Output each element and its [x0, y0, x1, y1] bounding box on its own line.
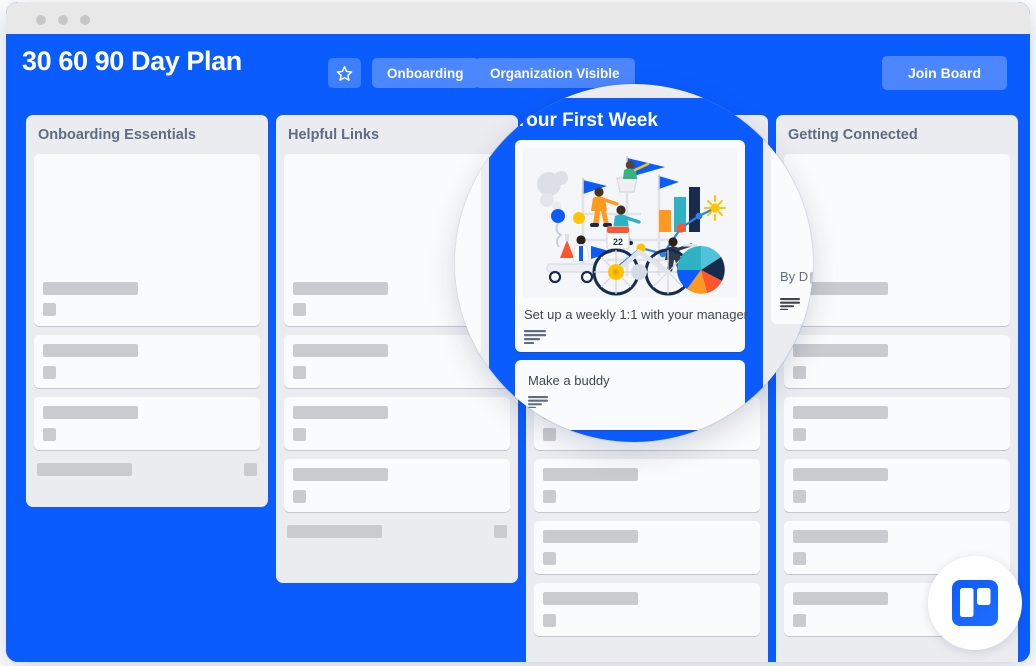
card-title-placeholder	[293, 344, 388, 357]
card-title-placeholder	[293, 468, 388, 481]
star-outline-icon	[336, 65, 353, 81]
list-footer[interactable]	[284, 521, 510, 548]
magnified-left-card	[455, 150, 481, 355]
magnified-card-title: Make a buddy	[528, 373, 610, 388]
description-lines-icon	[524, 330, 546, 344]
trello-logo-button[interactable]	[928, 556, 1022, 650]
list-footer[interactable]	[34, 459, 260, 486]
card-badge-placeholder	[293, 490, 306, 503]
card-title-placeholder	[43, 344, 138, 357]
card-badge-placeholder	[793, 552, 806, 565]
card-badge-placeholder	[43, 303, 56, 316]
card-title-placeholder	[793, 592, 888, 605]
magnified-list-title: Your First Week	[515, 110, 658, 131]
card-title-placeholder	[543, 468, 638, 481]
card-badge-placeholder	[293, 303, 306, 316]
card-badge-placeholder	[293, 428, 306, 441]
card-title-placeholder	[43, 406, 138, 419]
byline-redaction	[810, 271, 813, 284]
card[interactable]	[284, 459, 510, 512]
list-template-icon	[494, 525, 507, 538]
card-badge-placeholder	[43, 366, 56, 379]
card-badge-placeholder	[793, 490, 806, 503]
card[interactable]	[34, 397, 260, 450]
card-title-placeholder	[543, 592, 638, 605]
svg-text:22: 22	[613, 237, 623, 247]
magnifier-content: Your First Week 22 Set up a weekly 1:1 w…	[455, 84, 813, 442]
card[interactable]	[34, 154, 260, 326]
add-card-placeholder	[37, 463, 132, 476]
browser-chrome-bar	[6, 2, 1030, 34]
trello-logo-icon	[952, 580, 998, 626]
magnified-left-list	[455, 134, 489, 442]
magnified-left-card-2	[455, 369, 481, 442]
card-title-placeholder	[793, 468, 888, 481]
description-lines-icon	[780, 298, 800, 310]
card-badge-placeholder	[43, 428, 56, 441]
card-badge-placeholder	[293, 366, 306, 379]
card-badge-placeholder	[793, 614, 806, 627]
list-title: Getting Connected	[788, 127, 918, 143]
card-title-placeholder	[293, 282, 388, 295]
star-icon-button[interactable]	[328, 58, 361, 88]
magnified-card-2[interactable]: Make a buddy	[515, 360, 745, 430]
teamwork-illustration: 22	[523, 148, 737, 298]
magnified-card-1[interactable]: 22 Set up a weekly 1:1 with your manager	[515, 140, 749, 352]
add-card-placeholder	[287, 525, 382, 538]
card[interactable]	[34, 335, 260, 388]
card-title-placeholder	[793, 530, 888, 543]
card-title-placeholder	[293, 406, 388, 419]
list-title: Onboarding Essentials	[38, 127, 196, 143]
magnified-right-card[interactable]: By D	[771, 144, 813, 324]
card[interactable]	[534, 459, 760, 512]
join-board-button[interactable]: Join Board	[882, 56, 1007, 90]
board-title: 30 60 90 Day Plan	[22, 46, 242, 76]
magnifier-lens: Your First Week 22 Set up a weekly 1:1 w…	[455, 84, 813, 442]
card[interactable]	[534, 521, 760, 574]
card[interactable]	[784, 397, 1010, 450]
card-title-placeholder	[543, 530, 638, 543]
magnified-card-byline: By D	[780, 269, 813, 284]
card[interactable]	[784, 459, 1010, 512]
trello-board: 30 60 90 Day Plan Onboarding Organizatio…	[6, 34, 1030, 662]
card[interactable]	[534, 583, 760, 636]
card-title-placeholder	[43, 282, 138, 295]
card-badge-placeholder	[543, 614, 556, 627]
list-template-icon	[244, 463, 257, 476]
window-dot-minimize[interactable]	[58, 15, 68, 25]
browser-window: 30 60 90 Day Plan Onboarding Organizatio…	[6, 2, 1030, 662]
magnified-right-list: Getting Connected By D	[763, 98, 813, 442]
card-badge-placeholder	[543, 490, 556, 503]
description-lines-icon	[528, 396, 548, 408]
card-badge-placeholder	[543, 552, 556, 565]
window-dot-maximize[interactable]	[80, 15, 90, 25]
card[interactable]	[784, 154, 1010, 326]
window-dot-close[interactable]	[36, 15, 46, 25]
magnified-right-list-title: Getting Connected	[771, 108, 813, 129]
magnified-card-title: Set up a weekly 1:1 with your manager	[524, 307, 749, 322]
card[interactable]	[784, 335, 1010, 388]
list-onboarding-essentials[interactable]: Onboarding Essentials	[26, 115, 268, 507]
